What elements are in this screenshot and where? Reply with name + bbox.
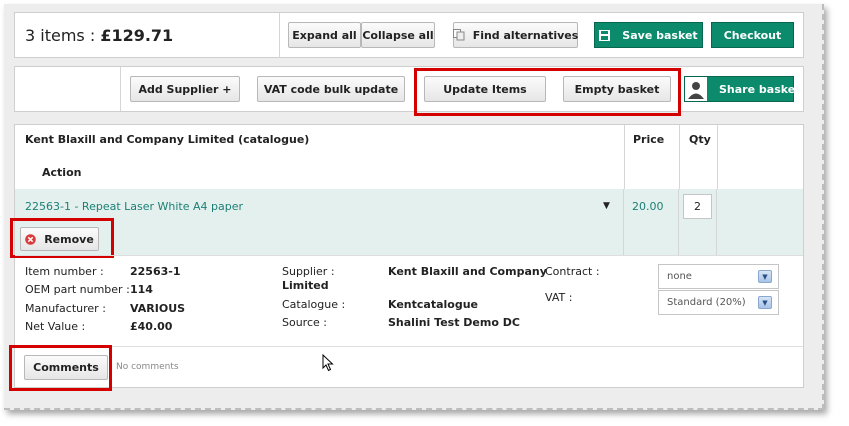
find-alternatives-label: Find alternatives: [472, 28, 579, 42]
column-divider: [716, 189, 717, 255]
save-basket-label: Save basket: [622, 28, 698, 42]
supplier-label: Supplier :: [282, 265, 335, 278]
vat-select[interactable]: Standard (20%) ▼: [658, 290, 779, 315]
item-title-link[interactable]: 22563-1 - Repeat Laser White A4 paper: [25, 200, 243, 213]
vat-label: VAT :: [545, 291, 573, 304]
comments-button[interactable]: Comments: [24, 355, 108, 380]
chevron-down-icon: ▼: [758, 270, 772, 283]
row-divider: [15, 346, 803, 347]
price-header: Price: [633, 133, 665, 146]
qty-input[interactable]: 2: [683, 194, 712, 219]
chevron-down-icon: ▼: [758, 296, 772, 309]
divider: [120, 67, 121, 111]
basket-table: [14, 124, 804, 388]
save-basket-button[interactable]: Save basket: [594, 22, 703, 48]
user-icon: [685, 77, 707, 101]
divider: [279, 13, 280, 57]
vat-select-value: Standard (20%): [667, 297, 746, 308]
column-divider: [623, 189, 624, 255]
checkout-button[interactable]: Checkout: [711, 22, 794, 48]
find-alternatives-button[interactable]: Find alternatives: [452, 22, 579, 48]
remove-label: Remove: [44, 232, 94, 246]
mouse-cursor-icon: [322, 353, 334, 375]
oem-value: 114: [130, 283, 153, 296]
contract-label: Contract :: [545, 265, 600, 278]
catalogue-value: Kentcatalogue: [388, 298, 478, 311]
remove-button[interactable]: Remove: [20, 227, 99, 251]
manufacturer-label: Manufacturer :: [25, 302, 106, 315]
net-value-label: Net Value :: [25, 320, 86, 333]
update-items-button[interactable]: Update Items: [424, 76, 546, 102]
source-value: Shalini Test Demo DC: [388, 316, 520, 329]
copy-icon: [452, 29, 465, 41]
share-basket-button[interactable]: Share basket: [684, 76, 800, 102]
qty-header: Qty: [689, 133, 711, 146]
floppy-disk-icon: [599, 29, 611, 41]
manufacturer-value: VARIOUS: [130, 302, 186, 315]
supplier-header: Kent Blaxill and Company Limited (catalo…: [25, 133, 310, 146]
share-basket-label: Share basket: [719, 82, 801, 96]
remove-icon: [25, 233, 37, 245]
collapse-all-button[interactable]: Collapse all: [361, 22, 435, 48]
comments-text: No comments: [116, 362, 179, 372]
row-divider: [15, 255, 803, 256]
add-supplier-button[interactable]: Add Supplier +: [130, 76, 240, 102]
basket-summary: 3 items : £129.71: [25, 26, 173, 45]
supplier-name-line2: Limited: [282, 279, 329, 292]
item-number-value: 22563-1: [130, 265, 181, 278]
basket-total: £129.71: [100, 26, 174, 45]
net-value: £40.00: [130, 320, 173, 333]
item-number-label: Item number :: [25, 265, 104, 278]
contract-select[interactable]: none ▼: [658, 264, 779, 289]
source-label: Source :: [282, 316, 327, 329]
contract-select-value: none: [667, 271, 692, 282]
item-price: 20.00: [632, 200, 664, 213]
items-count: 3 items :: [25, 26, 101, 45]
vat-bulk-update-button[interactable]: VAT code bulk update: [257, 76, 405, 102]
action-header: Action: [42, 166, 82, 179]
oem-label: OEM part number :: [25, 283, 130, 296]
empty-basket-button[interactable]: Empty basket: [563, 76, 671, 102]
expand-all-button[interactable]: Expand all: [288, 22, 361, 48]
supplier-name-line1: Kent Blaxill and Company: [388, 265, 547, 278]
catalogue-label: Catalogue :: [282, 298, 346, 311]
column-divider: [678, 189, 679, 255]
expand-triangle-icon[interactable]: ▼: [603, 201, 610, 211]
